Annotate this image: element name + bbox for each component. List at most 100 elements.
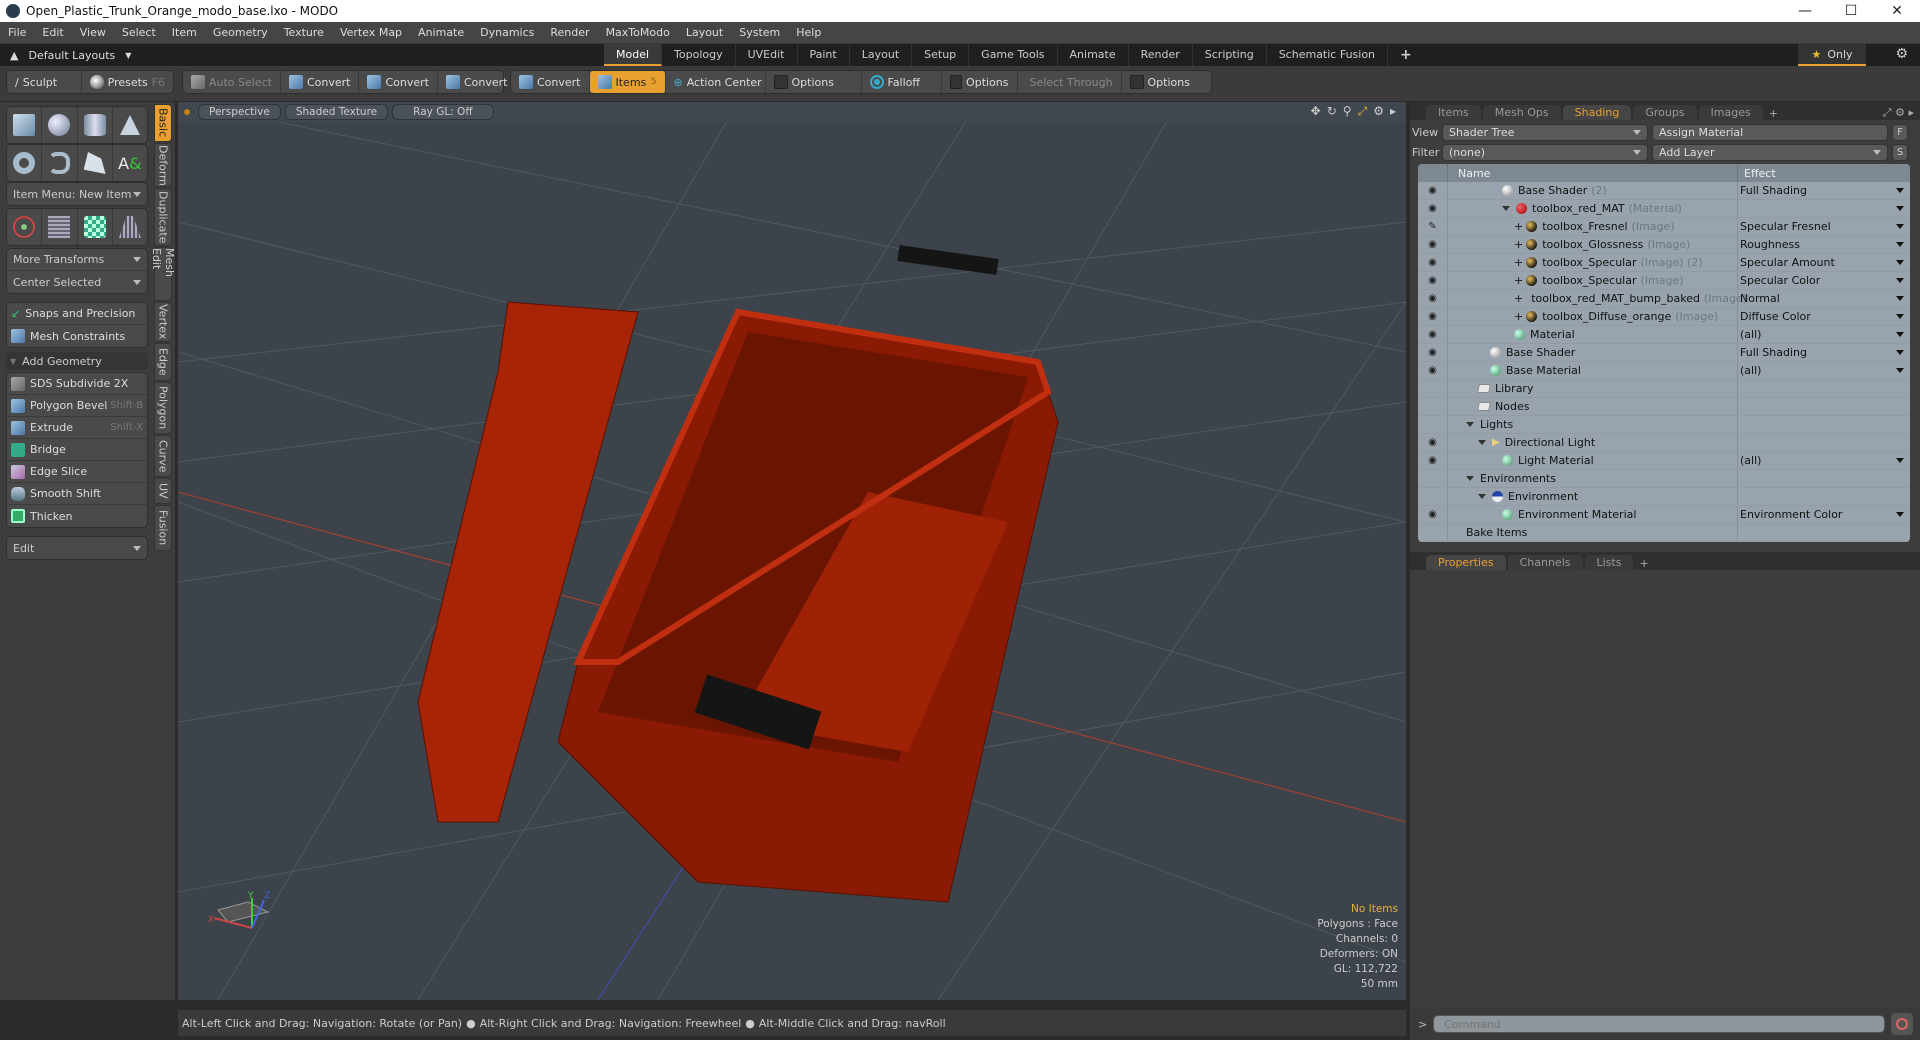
tool-sds-subdivide[interactable]: SDS Subdivide 2X bbox=[7, 373, 147, 395]
default-layouts-dropdown[interactable]: ▲ Default Layouts ▼ bbox=[10, 49, 131, 62]
tree-row[interactable]: ◉ Material (all) bbox=[1418, 326, 1910, 344]
tab-animate[interactable]: Animate bbox=[1058, 44, 1129, 66]
only-button[interactable]: ★ Only bbox=[1798, 44, 1866, 66]
expand-plus-icon[interactable]: + bbox=[1514, 238, 1523, 251]
effect-cell[interactable] bbox=[1738, 200, 1910, 217]
torus-tool[interactable] bbox=[7, 145, 43, 181]
add-tab-icon[interactable]: + bbox=[1635, 557, 1652, 570]
menu-layout[interactable]: Layout bbox=[678, 26, 731, 39]
expand-plus-icon[interactable]: + bbox=[1514, 292, 1523, 305]
tool-bridge[interactable]: Bridge bbox=[7, 439, 147, 461]
convert-button-4[interactable]: Convert bbox=[511, 71, 590, 93]
taper-tool[interactable] bbox=[113, 209, 147, 245]
tree-row[interactable]: ✎ + toolbox_Fresnel (Image) Specular Fresnel bbox=[1418, 218, 1910, 236]
menu-select[interactable]: Select bbox=[114, 26, 164, 39]
eye-icon[interactable]: ◉ bbox=[1418, 434, 1448, 451]
expand-plus-icon[interactable]: + bbox=[1514, 274, 1523, 287]
assign-material-button[interactable]: Assign Material bbox=[1652, 123, 1888, 141]
tree-row[interactable]: Lights bbox=[1418, 416, 1910, 434]
tab-topology[interactable]: Topology bbox=[662, 44, 736, 66]
menu-item[interactable]: Item bbox=[164, 26, 205, 39]
center-selected-dropdown[interactable]: Center Selected bbox=[7, 271, 147, 293]
tree-row[interactable]: ◉ Base Shader Full Shading bbox=[1418, 344, 1910, 362]
eye-icon[interactable]: ◉ bbox=[1418, 290, 1448, 307]
minimize-button[interactable]: — bbox=[1782, 0, 1828, 22]
falloff-button[interactable]: Falloff bbox=[862, 71, 942, 93]
expand-arrow-icon[interactable] bbox=[1502, 206, 1510, 211]
menu-file[interactable]: File bbox=[0, 26, 34, 39]
items-mode-button[interactable]: Items 5 bbox=[589, 71, 666, 93]
side-tab-basic[interactable]: Basic bbox=[154, 104, 172, 142]
side-tab-deform[interactable]: Deform bbox=[154, 143, 172, 187]
viewport-arrow-icon[interactable]: ▸ bbox=[1390, 104, 1396, 119]
eye-icon[interactable]: ◉ bbox=[1418, 326, 1448, 343]
tool-thicken[interactable]: Thicken bbox=[7, 505, 147, 527]
side-tab-curve[interactable]: Curve bbox=[154, 435, 172, 477]
options-button-3[interactable]: Options bbox=[1122, 71, 1198, 93]
capsule-tool[interactable] bbox=[42, 145, 78, 181]
tree-row[interactable]: ◉ Base Material (all) bbox=[1418, 362, 1910, 380]
expand-arrow-icon[interactable] bbox=[1466, 476, 1474, 481]
tree-row[interactable]: ◉ + toolbox_red_MAT_bump_baked (Image) Norma… bbox=[1418, 290, 1910, 308]
side-tab-polygon[interactable]: Polygon bbox=[154, 382, 172, 434]
f-button[interactable]: F bbox=[1892, 123, 1908, 141]
tab-images[interactable]: Images bbox=[1698, 105, 1763, 120]
expand-arrow-icon[interactable] bbox=[1478, 440, 1486, 445]
paint-brush-icon[interactable]: ✎ bbox=[1418, 218, 1448, 235]
effect-cell[interactable]: (all) bbox=[1738, 452, 1910, 469]
menu-render[interactable]: Render bbox=[542, 26, 597, 39]
tree-row[interactable]: Environment bbox=[1418, 488, 1910, 506]
eye-icon[interactable]: ◉ bbox=[1418, 236, 1448, 253]
view-type-button[interactable]: Perspective bbox=[198, 104, 281, 120]
effect-cell[interactable]: Normal bbox=[1738, 290, 1910, 307]
side-tab-edge[interactable]: Edge bbox=[154, 343, 172, 381]
menu-dynamics[interactable]: Dynamics bbox=[472, 26, 542, 39]
maximize-viewport-icon[interactable]: ⤢ bbox=[1358, 104, 1368, 119]
action-center-button[interactable]: ⊕ Action Center bbox=[666, 71, 766, 93]
tab-shading[interactable]: Shading bbox=[1562, 105, 1632, 120]
add-tab-icon[interactable]: + bbox=[1765, 107, 1782, 120]
transform-tool[interactable] bbox=[7, 209, 43, 245]
select-through-button[interactable]: Select Through bbox=[1018, 71, 1122, 93]
expand-plus-icon[interactable]: + bbox=[1514, 310, 1523, 323]
tab-channels[interactable]: Channels bbox=[1507, 555, 1583, 570]
tab-model[interactable]: Model bbox=[604, 44, 663, 66]
3d-viewport[interactable]: X Y Z Perspective Shaded Texture Ray GL:… bbox=[178, 102, 1406, 1000]
tree-row[interactable]: ◉ ▶ Directional Light bbox=[1418, 434, 1910, 452]
menu-edit[interactable]: Edit bbox=[34, 26, 71, 39]
add-geometry-header[interactable]: ▼ Add Geometry bbox=[6, 352, 148, 370]
auto-select-button[interactable]: Auto Select bbox=[183, 71, 281, 93]
filter-dropdown[interactable]: (none) bbox=[1442, 143, 1648, 161]
options-button-1[interactable]: Options bbox=[766, 71, 862, 93]
eye-icon[interactable]: ◉ bbox=[1418, 308, 1448, 325]
eye-icon[interactable]: ◉ bbox=[1418, 344, 1448, 361]
add-tab-button[interactable]: + bbox=[1388, 44, 1424, 66]
tab-render[interactable]: Render bbox=[1129, 44, 1193, 66]
zoom-icon[interactable]: ⚲ bbox=[1343, 104, 1352, 119]
tab-items[interactable]: Items bbox=[1426, 105, 1481, 120]
effect-cell[interactable]: Roughness bbox=[1738, 236, 1910, 253]
tool-edge-slice[interactable]: Edge Slice bbox=[7, 461, 147, 483]
tab-paint[interactable]: Paint bbox=[798, 44, 850, 66]
effect-cell[interactable]: (all) bbox=[1738, 326, 1910, 343]
eye-icon[interactable]: ◉ bbox=[1418, 506, 1448, 523]
pan-icon[interactable]: ✥ bbox=[1311, 104, 1321, 119]
tab-layout[interactable]: Layout bbox=[850, 44, 913, 66]
tab-lists[interactable]: Lists bbox=[1584, 555, 1634, 570]
tree-row[interactable]: ◉ Environment Material Environment Color bbox=[1418, 506, 1910, 524]
edit-dropdown[interactable]: Edit bbox=[7, 537, 147, 559]
side-tab-vertex[interactable]: Vertex bbox=[154, 302, 172, 342]
cylinder-tool[interactable] bbox=[78, 107, 113, 143]
tool-polygon-bevel[interactable]: Polygon Bevel Shift-B bbox=[7, 395, 147, 417]
viewport-menu-dot-icon[interactable] bbox=[184, 109, 190, 115]
effect-cell[interactable]: (all) bbox=[1738, 362, 1910, 379]
trunk-model[interactable] bbox=[417, 245, 1059, 903]
tab-scripting[interactable]: Scripting bbox=[1193, 44, 1267, 66]
expand-arrow-icon[interactable] bbox=[1478, 494, 1486, 499]
expand-icon[interactable]: ⤢ bbox=[1883, 106, 1892, 119]
more-transforms-dropdown[interactable]: More Transforms bbox=[7, 249, 147, 271]
tree-row[interactable]: ◉ + toolbox_Diffuse_orange (Image) Diffuse C… bbox=[1418, 308, 1910, 326]
side-tab-mesh-edit[interactable]: Mesh Edit bbox=[150, 247, 176, 301]
tab-uvedit[interactable]: UVEdit bbox=[736, 44, 798, 66]
effect-cell[interactable]: Full Shading bbox=[1738, 182, 1910, 199]
